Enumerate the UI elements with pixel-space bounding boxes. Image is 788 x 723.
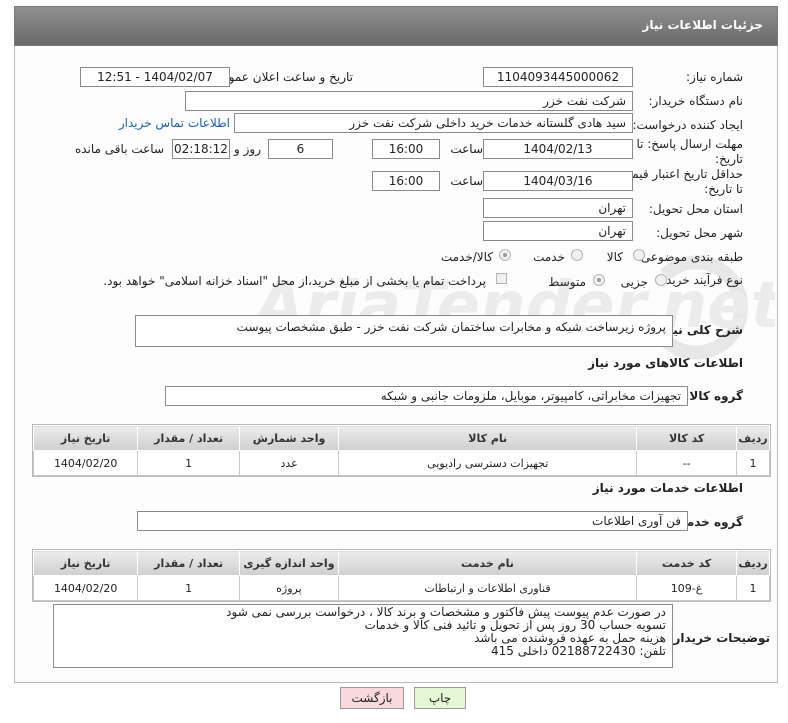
- goods-group-label: گروه کالا:: [684, 389, 743, 403]
- send-time-field: 16:00: [372, 139, 440, 159]
- services-cell-code: غ-109: [636, 575, 737, 601]
- goods-col-quantity: تعداد / مقدار: [137, 425, 241, 451]
- category-option-service: خدمت: [533, 250, 565, 264]
- remaining-label: ساعت باقی مانده: [74, 142, 164, 156]
- remaining-time-field: 02:18:12: [172, 139, 230, 159]
- goods-col-name: نام کالا: [338, 425, 638, 451]
- goods-group-field: تجهیزات مخابراتی، کامپیوتر، موبایل، ملزو…: [165, 386, 688, 406]
- goods-cell-code: --: [636, 450, 737, 476]
- services-table: تاریخ نیاز تعداد / مقدار واحد اندازه گیر…: [32, 549, 771, 602]
- category-radio-goods[interactable]: [633, 249, 645, 261]
- process-radio-medium[interactable]: [593, 274, 605, 286]
- category-radio-service[interactable]: [571, 249, 583, 261]
- days-label: روز و: [234, 142, 261, 156]
- process-option-minor: جزیی: [620, 275, 648, 289]
- buyer-notes-label: توضیحات خریدار:: [668, 631, 770, 645]
- services-cell-row: 1: [735, 575, 771, 601]
- send-time-label: ساعت: [450, 142, 483, 156]
- goods-col-unit: واحد شمارش: [239, 425, 340, 451]
- creator-label: ایجاد کننده درخواست:: [632, 118, 743, 132]
- table-row[interactable]: 1404/02/20 1 پروژه فناوری اطلاعات و ارتب…: [32, 575, 771, 601]
- category-radio-goods-service[interactable]: [499, 249, 511, 261]
- buyer-notes-field: در صورت عدم پیوست پیش فاکتور و مشخصات و …: [53, 604, 673, 668]
- send-date-field: 1404/02/13: [483, 139, 633, 159]
- validity-date-field: 1404/03/16: [483, 171, 633, 191]
- goods-table: تاریخ نیاز تعداد / مقدار واحد شمارش نام …: [32, 424, 771, 477]
- creator-field: سید هادی گلستانه خدمات خرید داخلی شرکت ن…: [234, 113, 633, 133]
- province-field: تهران: [483, 198, 633, 218]
- category-option-goods: کالا: [606, 250, 623, 264]
- announce-field: 1404/02/07 - 12:51: [80, 67, 230, 87]
- services-table-header: تاریخ نیاز تعداد / مقدار واحد اندازه گیر…: [32, 550, 771, 576]
- buyer-notes-line: تلفن: 02188722430 داخلی 415: [491, 644, 666, 658]
- services-cell-need-date: 1404/02/20: [32, 575, 139, 601]
- table-row[interactable]: 1404/02/20 1 عدد تجهیزات دسترسی رادیویی …: [32, 450, 771, 476]
- payment-note: پرداخت تمام یا بخشی از مبلغ خرید،از محل …: [103, 274, 486, 288]
- services-col-quantity: تعداد / مقدار: [137, 550, 241, 576]
- services-col-code: کد خدمت: [636, 550, 737, 576]
- goods-cell-name: تجهیزات دسترسی رادیویی: [338, 450, 638, 476]
- services-section-title: اطلاعات خدمات مورد نیاز: [592, 481, 743, 495]
- city-field: تهران: [483, 221, 633, 241]
- buyer-field: شرکت نفت خزر: [185, 91, 633, 111]
- buyer-label: نام دستگاه خریدار:: [648, 94, 744, 108]
- validity-time-field: 16:00: [372, 171, 440, 191]
- need-number-field: 1104093445000062: [483, 67, 633, 87]
- city-label: شهر محل تحویل:: [656, 226, 743, 240]
- process-radio-minor[interactable]: [655, 274, 667, 286]
- province-label: استان محل تحویل:: [648, 202, 743, 216]
- services-col-need-date: تاریخ نیاز: [32, 550, 139, 576]
- category-label: طبقه بندی موضوعی:: [636, 250, 743, 264]
- goods-cell-need-date: 1404/02/20: [32, 450, 139, 476]
- category-option-goods-service: کالا/خدمت: [440, 250, 493, 264]
- goods-table-header: تاریخ نیاز تعداد / مقدار واحد شمارش نام …: [32, 425, 771, 451]
- need-number-label: شماره نیاز:: [686, 70, 743, 84]
- goods-cell-quantity: 1: [137, 450, 241, 476]
- buyer-contact-link[interactable]: اطلاعات تماس خریدار: [119, 116, 230, 130]
- goods-col-need-date: تاریخ نیاز: [32, 425, 139, 451]
- services-group-field: فن آوری اطلاعات: [137, 511, 688, 531]
- services-cell-quantity: 1: [137, 575, 241, 601]
- goods-section-title: اطلاعات کالاهای مورد نیاز: [588, 356, 743, 370]
- page-title: جزئیات اطلاعات نیاز: [642, 18, 763, 32]
- back-button[interactable]: بازگشت: [340, 687, 404, 709]
- treasury-payment-checkbox[interactable]: [496, 273, 507, 284]
- goods-cell-row: 1: [735, 450, 771, 476]
- process-option-medium: متوسط: [548, 275, 586, 289]
- services-cell-name: فناوری اطلاعات و ارتباطات: [337, 575, 638, 601]
- send-deadline-label: مهلت ارسال پاسخ: تا تاریخ:: [636, 137, 743, 166]
- process-label: نوع فرآیند خرید :: [658, 273, 743, 287]
- days-field: 6: [268, 139, 333, 159]
- description-field: پروژه زیرساخت شبکه و مخابرات ساختمان شرک…: [135, 315, 673, 347]
- services-cell-unit: پروژه: [239, 575, 339, 601]
- goods-cell-unit: عدد: [239, 450, 340, 476]
- panel-header: جزئیات اطلاعات نیاز: [14, 6, 778, 46]
- goods-col-row: ردیف: [735, 425, 771, 451]
- services-col-name: نام خدمت: [337, 550, 638, 576]
- print-button[interactable]: چاپ: [414, 687, 466, 709]
- validity-time-label: ساعت: [450, 174, 483, 188]
- goods-col-code: کد کالا: [636, 425, 737, 451]
- services-col-row: ردیف: [735, 550, 771, 576]
- services-col-unit: واحد اندازه گیری: [239, 550, 339, 576]
